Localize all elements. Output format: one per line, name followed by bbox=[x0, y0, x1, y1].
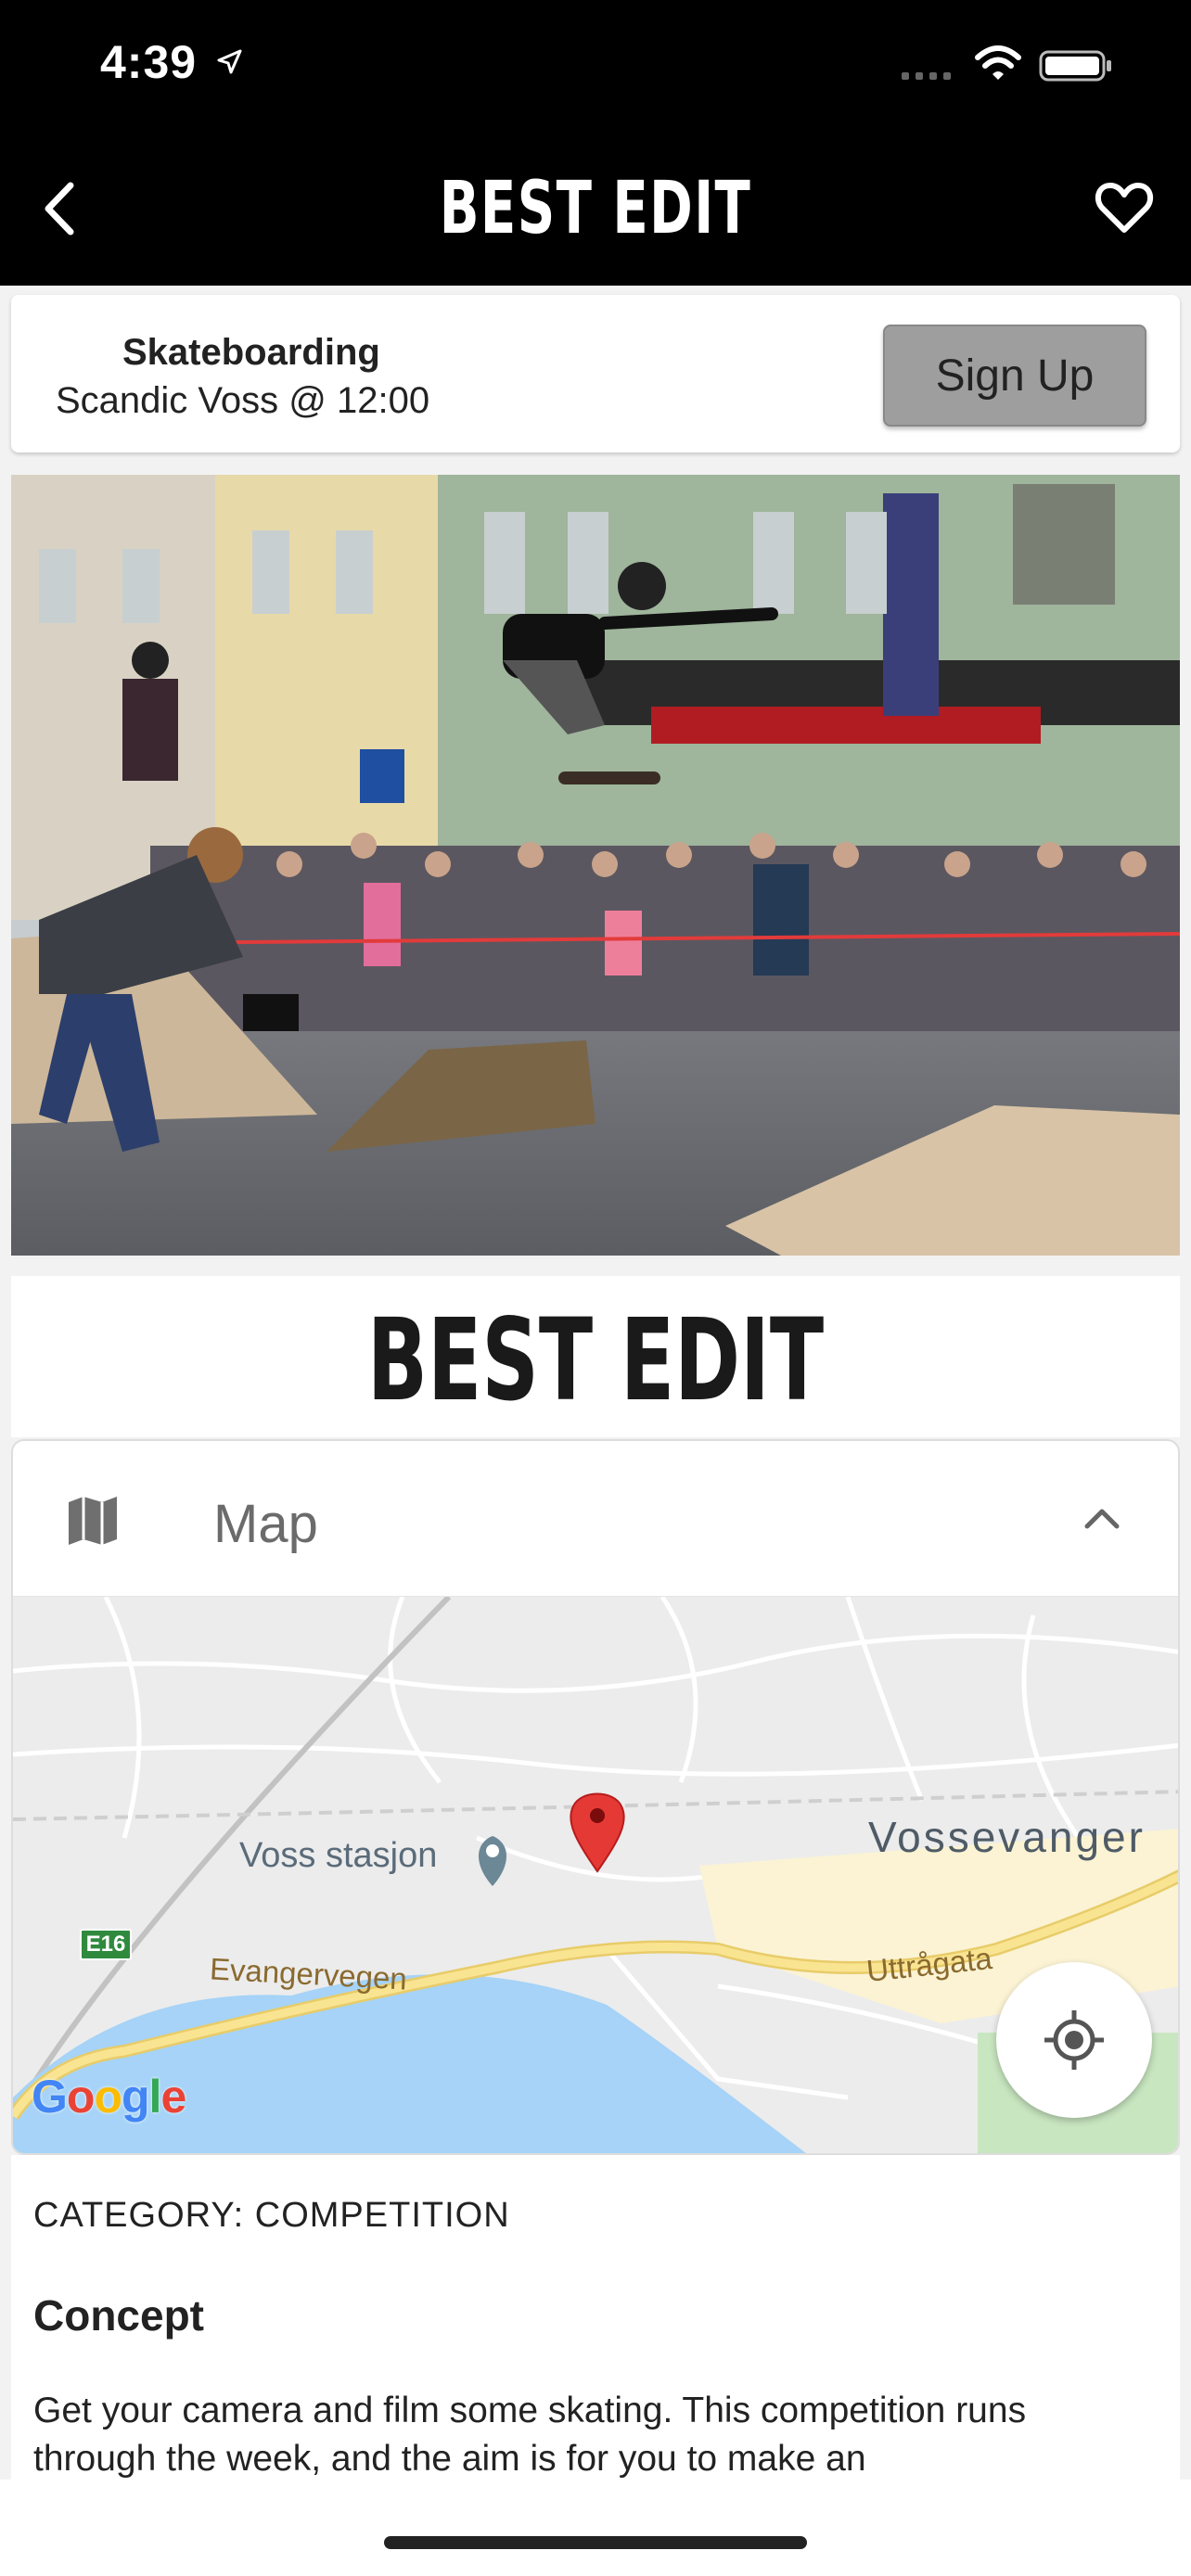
wifi-icon bbox=[975, 45, 1021, 80]
status-time: 4:39 bbox=[100, 36, 198, 88]
title-section: BEST EDIT bbox=[11, 1276, 1180, 1437]
event-details: CATEGORY: COMPETITION Concept Get your c… bbox=[11, 2155, 1180, 2480]
concept-body: Get your camera and film some skating. T… bbox=[33, 2391, 1027, 2479]
map-label: Map bbox=[213, 1494, 318, 1554]
sign-up-button[interactable]: Sign Up bbox=[883, 325, 1146, 427]
home-indicator[interactable] bbox=[384, 2536, 807, 2549]
map-icon bbox=[69, 1497, 117, 1545]
route-badge: E16 bbox=[80, 1929, 132, 1960]
chevron-up-icon[interactable] bbox=[1080, 1500, 1124, 1537]
map-view[interactable]: Voss stasjon Vossevanger Evangervegen Ut… bbox=[13, 1594, 1178, 2153]
event-category: CATEGORY: COMPETITION bbox=[33, 2196, 510, 2235]
my-location-icon bbox=[1044, 2010, 1104, 2070]
nav-title: BEST EDIT bbox=[439, 167, 752, 250]
my-location-button[interactable] bbox=[996, 1962, 1152, 2118]
top-bar: 4:39 BEST EDIT bbox=[0, 0, 1191, 286]
map-header[interactable]: Map bbox=[13, 1441, 1178, 1597]
location-arrow-icon bbox=[217, 49, 242, 74]
map-label-station: Voss stasjon bbox=[239, 1836, 438, 1875]
event-venue-time: Scandic Voss @ 12:00 bbox=[56, 380, 430, 421]
google-logo: Google bbox=[32, 2071, 186, 2123]
map-panel: Map Voss stasjon Vossevanger Evangervege… bbox=[11, 1439, 1180, 2155]
page-title: BEST EDIT bbox=[366, 1294, 825, 1426]
heart-icon[interactable] bbox=[1095, 180, 1154, 236]
map-label-town: Vossevanger bbox=[868, 1813, 1146, 1861]
battery-icon bbox=[1039, 50, 1111, 82]
back-icon[interactable] bbox=[37, 176, 85, 241]
signal-icon bbox=[902, 72, 951, 80]
event-card: Skateboarding Scandic Voss @ 12:00 Sign … bbox=[11, 295, 1180, 453]
home-area bbox=[0, 2480, 1191, 2576]
concept-heading: Concept bbox=[33, 2291, 204, 2340]
event-name: Skateboarding bbox=[122, 332, 380, 373]
event-photo bbox=[11, 475, 1180, 1256]
